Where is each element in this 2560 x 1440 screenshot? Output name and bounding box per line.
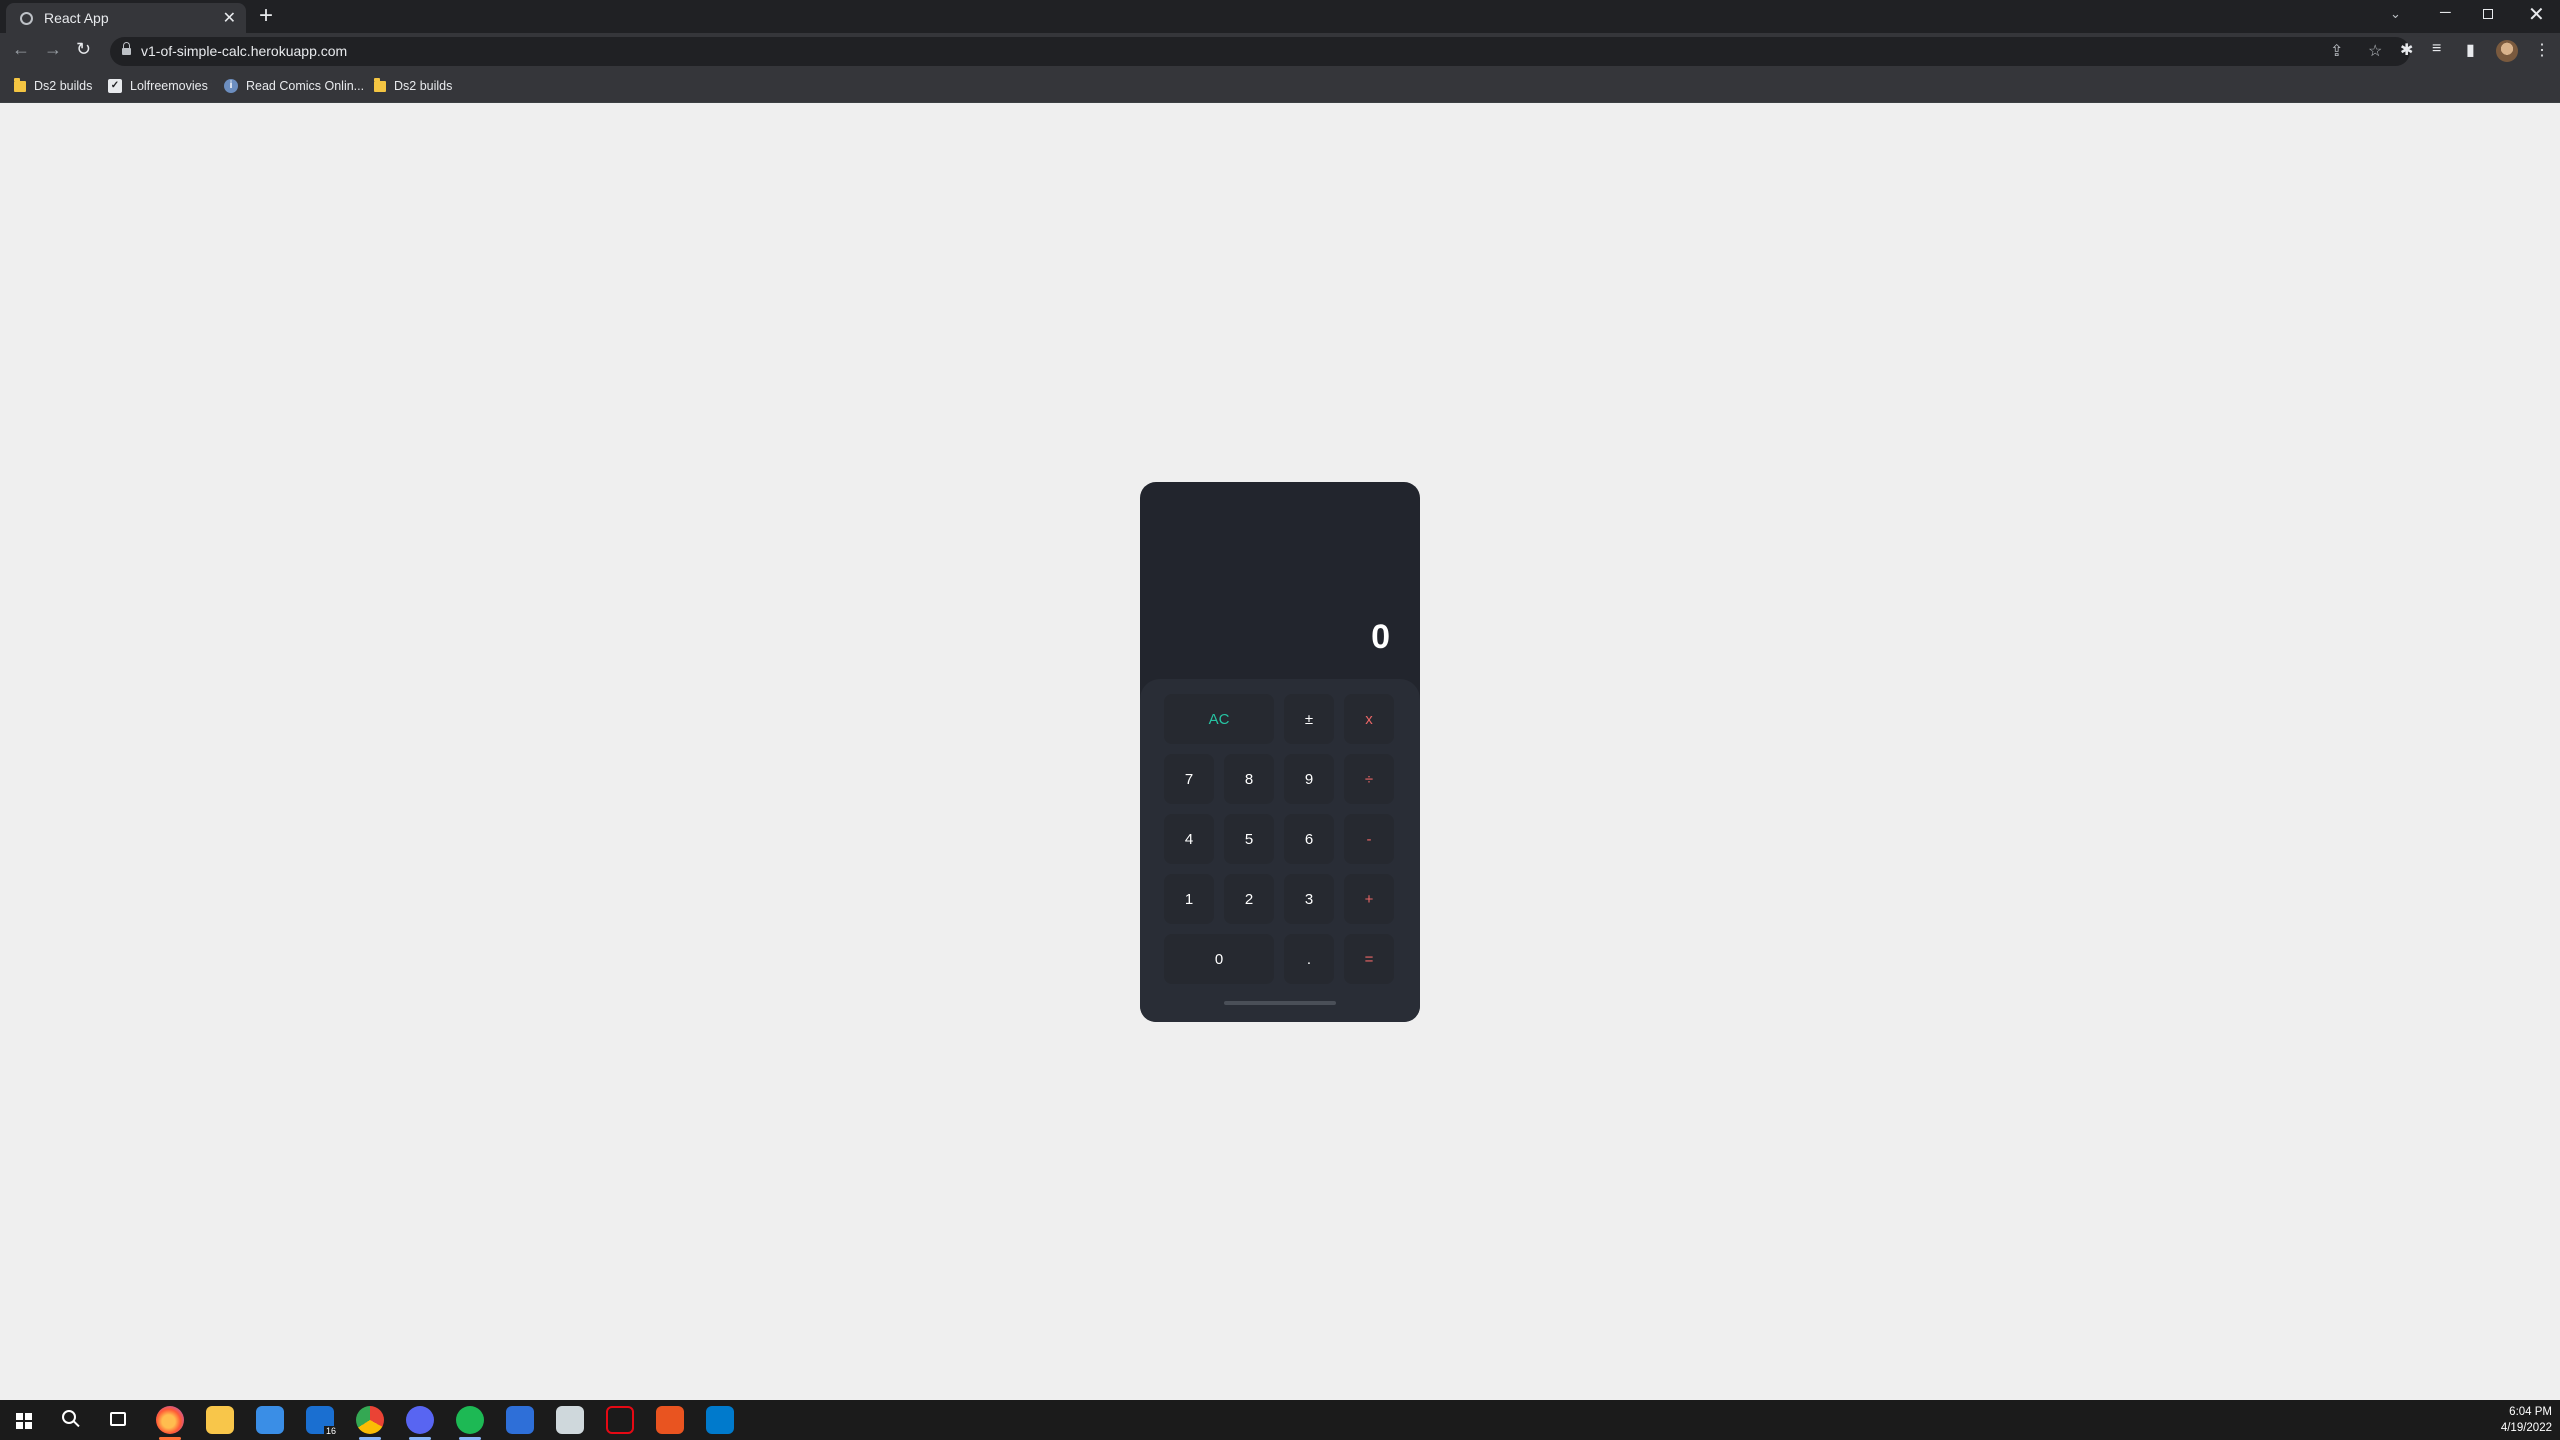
subtract-button[interactable]: - xyxy=(1344,814,1394,864)
bookmark-lolfreemovies[interactable]: ✓ Lolfreemovies xyxy=(108,75,208,97)
browser-toolbar: ← → ↻ v1-of-simple-calc.herokuapp.com ⇪ … xyxy=(0,33,2560,70)
store-icon[interactable] xyxy=(256,1406,284,1434)
bookmark-ds2-builds[interactable]: Ds2 builds xyxy=(14,75,92,97)
digit-7-button[interactable]: 7 xyxy=(1164,754,1214,804)
system-clock[interactable]: 6:04 PM 4/19/2022 xyxy=(2501,1404,2552,1436)
url-text[interactable]: v1-of-simple-calc.herokuapp.com xyxy=(141,43,347,59)
divide-button[interactable]: ÷ xyxy=(1344,754,1394,804)
folder-icon xyxy=(14,77,26,92)
back-icon[interactable]: ← xyxy=(12,39,30,60)
webstorm-icon[interactable] xyxy=(506,1406,534,1434)
clock-date: 4/19/2022 xyxy=(2500,1422,2552,1434)
bookmark-label: Ds2 builds xyxy=(394,79,453,93)
firefox-icon[interactable] xyxy=(156,1406,184,1434)
notepad-icon[interactable] xyxy=(556,1406,584,1434)
bookmark-read-comics[interactable]: i Read Comics Onlin... xyxy=(224,75,364,97)
file-explorer-icon[interactable] xyxy=(206,1406,234,1434)
share-icon[interactable]: ⇪ xyxy=(2330,41,2343,61)
keypad: AC ± x 7 8 9 ÷ 4 5 6 - 1 2 3 + 0 . = xyxy=(1140,679,1420,1022)
mail-badge: 16 xyxy=(323,1426,338,1436)
menu-icon[interactable]: ⋮ xyxy=(2534,40,2550,60)
ubuntu-icon[interactable] xyxy=(656,1406,684,1434)
taskbar: 16 6:04 PM 4/19/2022 xyxy=(0,1400,2560,1440)
clock-time: 6:04 PM xyxy=(2509,1406,2552,1418)
bookmark-label: Ds2 builds xyxy=(34,79,93,93)
calculator: 0 AC ± x 7 8 9 ÷ 4 5 6 - 1 2 3 + 0 . = xyxy=(1140,482,1420,1022)
digit-2-button[interactable]: 2 xyxy=(1224,874,1274,924)
new-tab-button[interactable]: + xyxy=(259,2,273,30)
profile-avatar[interactable] xyxy=(2496,40,2518,62)
bookmarks-bar: Ds2 builds ✓ Lolfreemovies i Read Comics… xyxy=(0,70,2560,103)
side-panel-icon[interactable]: ▮ xyxy=(2466,40,2475,60)
tab-title: React App xyxy=(44,10,109,26)
tab-close-icon[interactable]: ✕ xyxy=(223,8,236,28)
chrome-icon[interactable] xyxy=(356,1406,384,1434)
windows-start-icon[interactable] xyxy=(16,1413,32,1429)
tab-react-app[interactable]: React App ✕ xyxy=(6,3,246,33)
digit-1-button[interactable]: 1 xyxy=(1164,874,1214,924)
lolfreemovies-icon: ✓ xyxy=(108,79,122,93)
decimal-button[interactable]: . xyxy=(1284,934,1334,984)
digit-8-button[interactable]: 8 xyxy=(1224,754,1274,804)
restore-icon[interactable] xyxy=(2483,9,2493,19)
display-value: 0 xyxy=(1371,618,1390,656)
bookmark-label: Lolfreemovies xyxy=(130,79,208,93)
equals-button[interactable]: = xyxy=(1344,934,1394,984)
bookmark-label: Read Comics Onlin... xyxy=(246,79,365,93)
search-icon[interactable] xyxy=(62,1410,76,1424)
multiply-button[interactable]: x xyxy=(1344,694,1394,744)
digit-9-button[interactable]: 9 xyxy=(1284,754,1334,804)
spotify-icon[interactable] xyxy=(456,1406,484,1434)
forward-icon[interactable]: → xyxy=(44,39,62,60)
comics-site-icon: i xyxy=(224,79,238,93)
extensions-icon[interactable]: ✱ xyxy=(2400,40,2413,60)
tab-strip: React App ✕ + ⌄ ─ ✕ xyxy=(0,0,2560,33)
add-button[interactable]: + xyxy=(1344,874,1394,924)
minimize-icon[interactable]: ─ xyxy=(2440,4,2451,21)
home-indicator xyxy=(1224,1001,1336,1005)
digit-0-button[interactable]: 0 xyxy=(1164,934,1274,984)
reading-list-icon[interactable]: ≡ xyxy=(2432,40,2441,58)
netflix-icon[interactable] xyxy=(606,1406,634,1434)
digit-5-button[interactable]: 5 xyxy=(1224,814,1274,864)
clear-button[interactable]: AC xyxy=(1164,694,1274,744)
discord-icon[interactable] xyxy=(406,1406,434,1434)
star-icon[interactable]: ☆ xyxy=(2368,41,2382,61)
plus-minus-button[interactable]: ± xyxy=(1284,694,1334,744)
bookmark-ds2-builds-2[interactable]: Ds2 builds xyxy=(374,75,452,97)
digit-3-button[interactable]: 3 xyxy=(1284,874,1334,924)
folder-icon xyxy=(374,77,386,92)
digit-6-button[interactable]: 6 xyxy=(1284,814,1334,864)
tab-search-icon[interactable]: ⌄ xyxy=(2390,6,2401,22)
lock-icon[interactable] xyxy=(122,42,131,56)
address-bar[interactable]: v1-of-simple-calc.herokuapp.com ⇪ ☆ xyxy=(110,37,2410,66)
reload-icon[interactable]: ↻ xyxy=(76,39,91,60)
task-view-icon[interactable] xyxy=(110,1412,126,1426)
digit-4-button[interactable]: 4 xyxy=(1164,814,1214,864)
mail-icon[interactable]: 16 xyxy=(306,1406,338,1436)
globe-icon xyxy=(20,12,33,25)
calculator-display: 0 xyxy=(1140,482,1420,679)
close-window-icon[interactable]: ✕ xyxy=(2528,2,2545,27)
vscode-icon[interactable] xyxy=(706,1406,734,1434)
